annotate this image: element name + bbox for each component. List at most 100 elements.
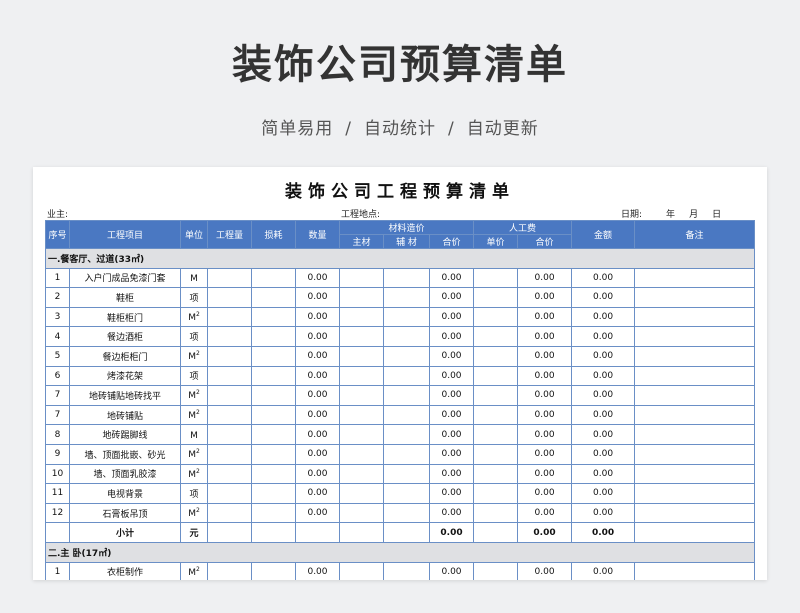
cell-unit[interactable]: 项 bbox=[180, 287, 208, 308]
cell-loss[interactable] bbox=[251, 424, 296, 445]
cell-count[interactable]: 0.00 bbox=[295, 345, 340, 367]
cell-loss[interactable] bbox=[251, 502, 296, 524]
cell-labor-total[interactable]: 0.00 bbox=[517, 287, 573, 308]
cell-aux-material[interactable] bbox=[383, 443, 430, 465]
cell-qty[interactable] bbox=[207, 385, 252, 406]
cell-unit[interactable]: M bbox=[180, 424, 208, 445]
cell-count[interactable]: 0.00 bbox=[295, 561, 340, 580]
cell-qty[interactable] bbox=[207, 404, 252, 426]
cell-count[interactable]: 0.00 bbox=[295, 287, 340, 308]
cell-main-material[interactable] bbox=[339, 287, 384, 308]
cell-seq[interactable] bbox=[45, 522, 70, 543]
cell-seq[interactable]: 3 bbox=[45, 306, 70, 328]
cell-unit[interactable]: M2 bbox=[180, 306, 208, 328]
cell-main-material[interactable] bbox=[339, 326, 384, 347]
cell-item[interactable]: 地砖铺贴 bbox=[69, 404, 181, 426]
subtotal-amount[interactable]: 0.00 bbox=[571, 522, 636, 543]
cell-seq[interactable]: 5 bbox=[45, 345, 70, 367]
cell-amount[interactable]: 0.00 bbox=[571, 561, 636, 580]
cell-main-material[interactable] bbox=[339, 463, 384, 485]
cell-loss[interactable] bbox=[251, 483, 296, 504]
cell-count[interactable]: 0.00 bbox=[295, 306, 340, 328]
cell-main-material[interactable] bbox=[339, 385, 384, 406]
cell-amount[interactable]: 0.00 bbox=[571, 306, 636, 328]
cell-note[interactable] bbox=[634, 404, 756, 426]
cell-seq[interactable]: 10 bbox=[45, 463, 70, 485]
cell-labor-total[interactable]: 0.00 bbox=[517, 424, 573, 445]
cell-labor-total[interactable]: 0.00 bbox=[517, 502, 573, 524]
cell-labor-unit[interactable] bbox=[473, 385, 519, 406]
cell-main-material[interactable] bbox=[339, 306, 384, 328]
cell-item[interactable]: 烤漆花架 bbox=[69, 365, 181, 387]
cell-aux-material[interactable] bbox=[383, 287, 430, 308]
cell-empty[interactable] bbox=[473, 522, 519, 543]
cell-unit[interactable]: M2 bbox=[180, 404, 208, 426]
cell-unit[interactable]: M bbox=[180, 267, 208, 289]
cell-unit[interactable]: M2 bbox=[180, 463, 208, 485]
cell-labor-unit[interactable] bbox=[473, 483, 519, 504]
cell-count[interactable]: 0.00 bbox=[295, 326, 340, 347]
cell-labor-unit[interactable] bbox=[473, 424, 519, 445]
cell-note[interactable] bbox=[634, 306, 756, 328]
cell-count[interactable]: 0.00 bbox=[295, 483, 340, 504]
cell-count[interactable]: 0.00 bbox=[295, 365, 340, 387]
cell-item[interactable]: 鞋柜柜门 bbox=[69, 306, 181, 328]
cell-loss[interactable] bbox=[251, 404, 296, 426]
subtotal-material-total[interactable]: 0.00 bbox=[428, 522, 475, 543]
cell-material-total[interactable]: 0.00 bbox=[428, 306, 475, 328]
cell-empty[interactable] bbox=[207, 522, 252, 543]
cell-amount[interactable]: 0.00 bbox=[571, 267, 636, 289]
cell-note[interactable] bbox=[634, 502, 756, 524]
cell-seq[interactable]: 8 bbox=[45, 424, 70, 445]
cell-labor-unit[interactable] bbox=[473, 267, 519, 289]
cell-unit[interactable]: M2 bbox=[180, 385, 208, 406]
cell-amount[interactable]: 0.00 bbox=[571, 424, 636, 445]
cell-material-total[interactable]: 0.00 bbox=[428, 404, 475, 426]
cell-seq[interactable]: 4 bbox=[45, 326, 70, 347]
cell-unit[interactable]: 项 bbox=[180, 326, 208, 347]
cell-aux-material[interactable] bbox=[383, 385, 430, 406]
cell-note[interactable] bbox=[634, 287, 756, 308]
cell-item[interactable]: 地砖铺贴地砖找平 bbox=[69, 385, 181, 406]
cell-aux-material[interactable] bbox=[383, 306, 430, 328]
cell-loss[interactable] bbox=[251, 365, 296, 387]
cell-seq[interactable]: 7 bbox=[45, 404, 70, 426]
cell-loss[interactable] bbox=[251, 267, 296, 289]
cell-main-material[interactable] bbox=[339, 443, 384, 465]
cell-qty[interactable] bbox=[207, 424, 252, 445]
cell-unit[interactable]: 项 bbox=[180, 483, 208, 504]
subtotal-labor-total[interactable]: 0.00 bbox=[517, 522, 573, 543]
cell-aux-material[interactable] bbox=[383, 463, 430, 485]
cell-seq[interactable]: 11 bbox=[45, 483, 70, 504]
cell-labor-unit[interactable] bbox=[473, 404, 519, 426]
cell-labor-total[interactable]: 0.00 bbox=[517, 345, 573, 367]
cell-aux-material[interactable] bbox=[383, 404, 430, 426]
cell-material-total[interactable]: 0.00 bbox=[428, 326, 475, 347]
cell-empty[interactable] bbox=[295, 522, 340, 543]
cell-amount[interactable]: 0.00 bbox=[571, 443, 636, 465]
cell-amount[interactable]: 0.00 bbox=[571, 385, 636, 406]
cell-main-material[interactable] bbox=[339, 404, 384, 426]
cell-seq[interactable]: 2 bbox=[45, 287, 70, 308]
cell-material-total[interactable]: 0.00 bbox=[428, 483, 475, 504]
cell-labor-unit[interactable] bbox=[473, 345, 519, 367]
cell-item[interactable]: 墙、顶面乳胶漆 bbox=[69, 463, 181, 485]
cell-note[interactable] bbox=[634, 345, 756, 367]
cell-labor-unit[interactable] bbox=[473, 463, 519, 485]
cell-note[interactable] bbox=[634, 522, 756, 543]
cell-material-total[interactable]: 0.00 bbox=[428, 424, 475, 445]
cell-unit[interactable]: M2 bbox=[180, 561, 208, 580]
cell-labor-total[interactable]: 0.00 bbox=[517, 365, 573, 387]
cell-item[interactable]: 餐边酒柜 bbox=[69, 326, 181, 347]
cell-seq[interactable]: 6 bbox=[45, 365, 70, 387]
cell-note[interactable] bbox=[634, 365, 756, 387]
cell-loss[interactable] bbox=[251, 561, 296, 580]
cell-qty[interactable] bbox=[207, 267, 252, 289]
cell-amount[interactable]: 0.00 bbox=[571, 404, 636, 426]
cell-material-total[interactable]: 0.00 bbox=[428, 365, 475, 387]
cell-count[interactable]: 0.00 bbox=[295, 443, 340, 465]
cell-material-total[interactable]: 0.00 bbox=[428, 267, 475, 289]
cell-material-total[interactable]: 0.00 bbox=[428, 443, 475, 465]
cell-item[interactable]: 墙、顶面批嵌、砂光 bbox=[69, 443, 181, 465]
cell-note[interactable] bbox=[634, 561, 756, 580]
